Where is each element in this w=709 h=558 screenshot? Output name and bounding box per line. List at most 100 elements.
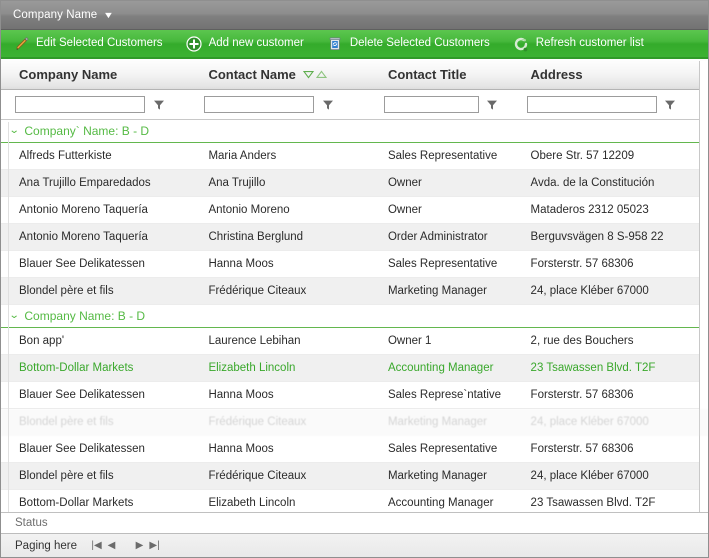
next-page-icon[interactable]: ▶ <box>132 538 147 553</box>
customer-grid-window: Company Name ▼ Edit Selected Customers A… <box>0 0 709 558</box>
table-cell: Antonio Moreno Taquería <box>19 231 148 243</box>
table-cell: Mataderos 2312 05023 <box>530 204 649 216</box>
pencil-icon <box>13 35 30 52</box>
table-row[interactable]: Blauer See Delikatessen Hanna Moos Sales R… <box>1 251 708 278</box>
filter-cell-contact-name <box>190 90 369 119</box>
table-cell: 24, place Kléber 67000 <box>530 416 649 428</box>
table-cell: Blondel père et fils <box>19 470 114 482</box>
add-new-customer-button[interactable]: Add new customer <box>184 32 313 56</box>
column-header-contact-name[interactable]: Contact Name <box>190 59 369 89</box>
table-cell: Owner <box>387 177 422 189</box>
table-cell: Frédérique Citeaux <box>208 470 307 482</box>
table-cell: Ana Trujillo Emparedados <box>19 177 151 189</box>
table-cell: Blondel père et fils <box>19 285 114 297</box>
table-cell: Hanna Moos <box>208 389 274 401</box>
group-collapse-chevron-icon[interactable]: ⌄ <box>9 311 20 321</box>
refresh-icon <box>513 35 530 52</box>
table-cell: Order Administrator <box>387 231 488 243</box>
table-row[interactable]: Antonio Moreno Taquería Antonio Moreno Own… <box>1 197 708 224</box>
filter-cell-company-name <box>1 90 190 119</box>
table-cell: Accounting Manager <box>387 497 494 509</box>
column-header-address-label: Address <box>530 66 583 82</box>
column-header-address[interactable]: Address <box>513 59 708 89</box>
delete-selected-customers-label: Delete Selected Customers <box>349 36 490 49</box>
table-cell: Marketing Manager <box>387 285 488 297</box>
table-cell: Bon app' <box>19 335 65 347</box>
funnel-icon[interactable] <box>321 98 334 111</box>
table-cell: Frédérique Citeaux <box>208 285 307 297</box>
filter-input-address[interactable] <box>526 96 657 113</box>
grid-filter-row <box>1 90 708 120</box>
group-header-row[interactable]: ⌄ Company` Name: B - D <box>1 120 708 143</box>
table-cell: Christina Berglund <box>208 231 304 243</box>
table-cell: Antonio Moreno Taquería <box>19 204 148 216</box>
group-header-label: Company` Name: B - D <box>24 124 150 138</box>
table-row[interactable]: Alfreds Futterkiste Maria Anders Sales Rep… <box>1 143 708 170</box>
status-label: Status <box>15 517 48 529</box>
table-row[interactable]: Bon app' Laurence Lebihan Owner 1 2, rue de… <box>1 328 708 355</box>
window-title: Company Name <box>13 9 98 21</box>
window-titlebar: Company Name ▼ <box>1 1 708 30</box>
table-cell: Blondel père et fils <box>19 416 114 428</box>
table-cell: Owner 1 <box>387 335 432 347</box>
table-cell: Elizabeth Lincoln <box>208 362 296 374</box>
column-header-company-name[interactable]: Company Name <box>1 59 190 89</box>
table-cell: Accounting Manager <box>387 362 494 374</box>
table-cell: Marketing Manager <box>387 470 488 482</box>
funnel-icon[interactable] <box>664 98 677 111</box>
filter-input-contact-name[interactable] <box>204 96 315 113</box>
paging-bar: Paging here |◀ ◀ ▶ ▶| <box>1 534 708 557</box>
column-header-contact-name-label: Contact Name <box>208 66 296 82</box>
table-row[interactable]: Blondel père et fils Frédérique Citeaux Ma… <box>1 463 708 490</box>
table-cell: Blauer See Delikatessen <box>19 389 145 401</box>
table-row[interactable]: Ana Trujillo Emparedados Ana Trujillo Owne… <box>1 170 708 197</box>
edit-selected-customers-button[interactable]: Edit Selected Customers <box>11 32 172 56</box>
refresh-customer-list-button[interactable]: Refresh customer list <box>511 32 653 56</box>
table-row[interactable]: Blondel père et fils Frédérique Citeaux Ma… <box>1 278 708 305</box>
first-page-icon[interactable]: |◀ <box>89 538 104 553</box>
table-cell: 2, rue des Bouchers <box>530 335 634 347</box>
chevron-down-icon[interactable]: ▼ <box>103 10 114 20</box>
table-cell: Sales Representative <box>387 258 498 270</box>
filter-input-company-name[interactable] <box>15 96 145 113</box>
command-toolbar: Edit Selected Customers Add new customer <box>1 30 708 59</box>
funnel-icon[interactable] <box>152 98 165 111</box>
filter-input-contact-title[interactable] <box>383 96 479 113</box>
table-row[interactable]: Blauer See Delikatessen Hanna Moos Sales R… <box>1 382 708 409</box>
table-cell: 24, place Kléber 67000 <box>530 285 649 297</box>
group-collapse-chevron-icon[interactable]: ⌄ <box>9 126 20 136</box>
add-new-customer-label: Add new customer <box>208 36 304 49</box>
table-cell: Maria Anders <box>208 150 277 162</box>
table-cell: 23 Tsawassen Blvd. T2F <box>530 362 656 374</box>
last-page-icon[interactable]: ▶| <box>147 538 162 553</box>
sort-indicator[interactable] <box>302 67 327 82</box>
table-cell: Laurence Lebihan <box>208 335 301 347</box>
table-cell: Alfreds Futterkiste <box>19 150 112 162</box>
refresh-customer-list-label: Refresh customer list <box>535 36 644 49</box>
group-header-row[interactable]: ⌄ Company Name: B - D <box>1 305 708 328</box>
delete-selected-customers-button[interactable]: Delete Selected Customers <box>325 32 499 56</box>
table-cell: Sales Representative <box>387 150 498 162</box>
triangle-down-icon[interactable] <box>302 67 314 82</box>
table-cell: Forsterstr. 57 68306 <box>530 443 634 455</box>
table-row[interactable]: Antonio Moreno Taquería Christina Berglun… <box>1 224 708 251</box>
table-cell: Forsterstr. 57 68306 <box>530 258 634 270</box>
table-cell: Owner <box>387 204 422 216</box>
filter-cell-address <box>513 90 708 119</box>
column-header-contact-title[interactable]: Contact Title <box>370 59 513 89</box>
paging-label: Paging here <box>15 539 78 552</box>
table-row[interactable]: Bottom-Dollar Markets Elizabeth Lincoln Ac… <box>1 355 708 382</box>
prev-page-icon[interactable]: ◀ <box>104 538 119 553</box>
column-header-company-name-label: Company Name <box>19 66 118 82</box>
funnel-icon[interactable] <box>486 98 499 111</box>
table-cell: Marketing Manager <box>387 416 488 428</box>
triangle-up-icon[interactable] <box>315 67 327 82</box>
table-cell: Sales Representative <box>387 443 498 455</box>
table-cell: Obere Str. 57 12209 <box>530 150 635 162</box>
table-cell: Avda. de la Constitución <box>530 177 655 189</box>
table-row[interactable]: Blauer See Delikatessen Hanna Moos Sales R… <box>1 436 708 463</box>
grid-body: ⌄ Company` Name: B - D Alfreds Futterkiste… <box>1 120 708 557</box>
table-cell: Berguvsvägen 8 S-958 22 <box>530 231 664 243</box>
table-row[interactable]: Blondel père et fils Frédérique Citeaux Ma… <box>1 409 708 436</box>
table-cell: Forsterstr. 57 68306 <box>530 389 634 401</box>
